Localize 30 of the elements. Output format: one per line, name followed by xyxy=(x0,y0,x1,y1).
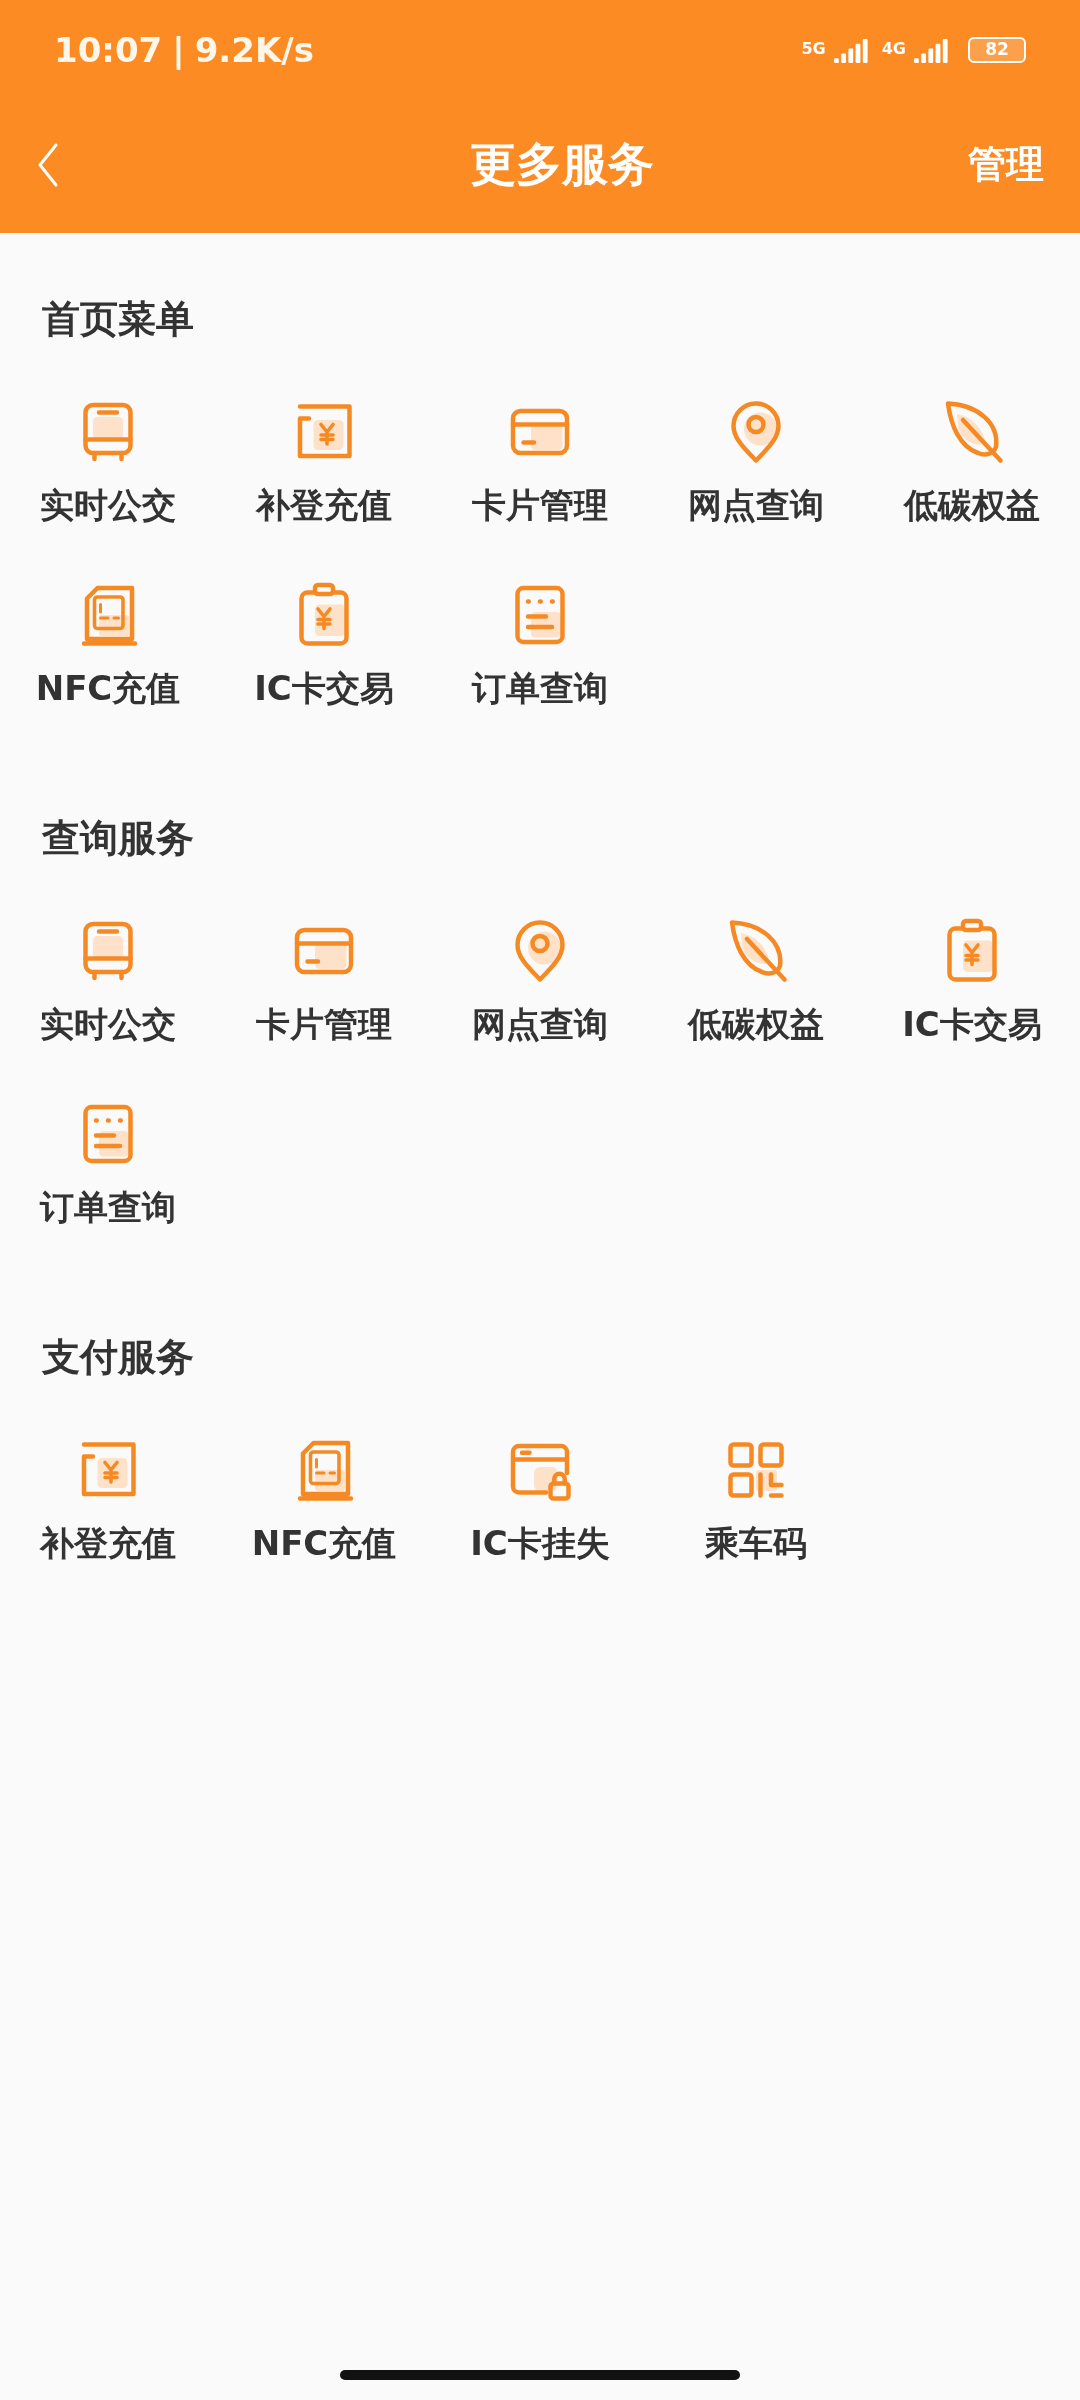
service-item[interactable]: 实时公交 xyxy=(0,915,216,1050)
separator: | xyxy=(172,28,185,72)
service-item[interactable]: 卡片管理 xyxy=(216,915,432,1050)
section-title: 查询服务 xyxy=(41,815,195,862)
service-item[interactable]: IC卡挂失 xyxy=(432,1434,648,1569)
page-title: 更多服务 xyxy=(470,136,654,193)
service-item[interactable]: 低碳权益 xyxy=(648,915,864,1050)
service-item[interactable]: 订单查询 xyxy=(432,579,648,714)
service-item[interactable]: 低碳权益 xyxy=(864,396,1080,531)
signal-icon xyxy=(914,39,950,63)
service-item[interactable]: 乘车码 xyxy=(648,1434,864,1569)
network-speed: 9.2K/s xyxy=(194,28,314,72)
service-item[interactable]: 实时公交 xyxy=(0,396,216,531)
service-item[interactable]: NFC充值 xyxy=(0,579,216,714)
service-item[interactable]: IC卡交易 xyxy=(216,579,432,714)
service-item[interactable]: 补登充值 xyxy=(0,1434,216,1569)
service-item[interactable]: NFC充值 xyxy=(216,1434,432,1569)
service-item[interactable]: IC卡交易 xyxy=(864,915,1080,1050)
service-item[interactable]: 网点查询 xyxy=(648,396,864,531)
section-title: 支付服务 xyxy=(41,1334,195,1381)
service-item[interactable]: 订单查询 xyxy=(0,1098,216,1233)
battery-indicator: 82 xyxy=(968,37,1026,63)
section-title: 首页菜单 xyxy=(41,296,195,343)
service-item[interactable]: 网点查询 xyxy=(432,915,648,1050)
service-item[interactable]: 卡片管理 xyxy=(432,396,648,531)
network-type: 5G xyxy=(801,38,826,60)
service-item[interactable]: 补登充值 xyxy=(216,396,432,531)
network-type: 4G xyxy=(881,38,906,60)
clock: 10:07 xyxy=(54,28,163,72)
signal-icon xyxy=(833,39,870,63)
